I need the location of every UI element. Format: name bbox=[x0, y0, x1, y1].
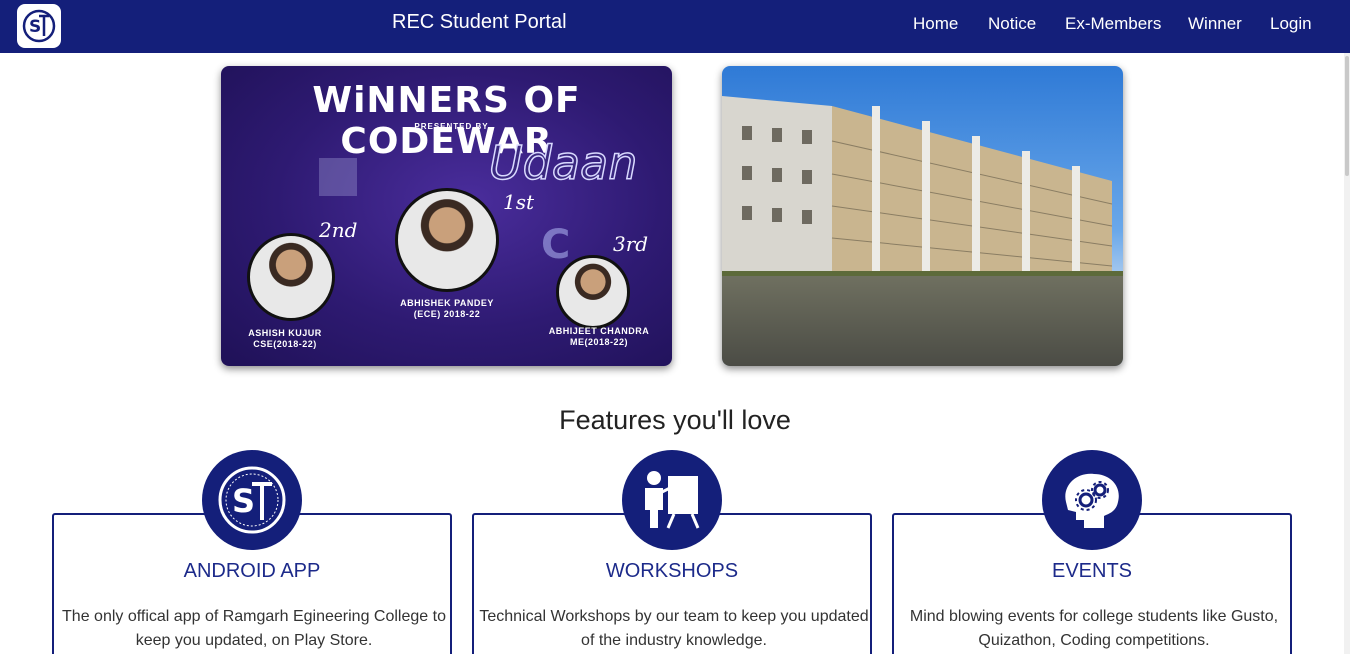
sp-logo-icon: S bbox=[202, 450, 302, 550]
feature-heading: EVENTS bbox=[1051, 560, 1133, 582]
feature-heading: ANDROID APP bbox=[183, 560, 321, 582]
nav-winner[interactable]: Winner bbox=[1188, 14, 1242, 34]
winner-ashish: ASHISH KUJUR CSE(2018-22) bbox=[235, 328, 335, 350]
building-illustration bbox=[722, 96, 1112, 286]
winner-avatar-abhishek bbox=[395, 188, 499, 292]
winner-avatar-ashish bbox=[247, 233, 335, 321]
cube-icon bbox=[319, 158, 357, 196]
svg-text:S: S bbox=[29, 17, 41, 37]
sp-logo-icon[interactable]: S bbox=[17, 4, 61, 48]
winner-name-text: ABHISHEK PANDEY bbox=[400, 298, 494, 308]
scrollbar-thumb[interactable] bbox=[1345, 56, 1349, 176]
winner-abhishek: ABHISHEK PANDEY (ECE) 2018-22 bbox=[387, 298, 507, 320]
winner-detail-text: (ECE) 2018-22 bbox=[413, 309, 481, 319]
teacher-board-icon bbox=[622, 450, 722, 550]
brain-gears-icon bbox=[1042, 450, 1142, 550]
svg-text:S: S bbox=[232, 482, 255, 520]
feature-description: The only offical app of Ramgarh Egineeri… bbox=[62, 608, 446, 649]
college-building-photo[interactable] bbox=[722, 66, 1123, 366]
codewar-winners-poster[interactable]: WiNNERS OF CODEWAR PRESENTED BY Udaan C … bbox=[221, 66, 672, 366]
winner-name-text: ABHIJEET CHANDRA bbox=[548, 326, 650, 336]
features-heading: Features you'll love bbox=[559, 405, 791, 435]
poster-presented-by: PRESENTED BY bbox=[414, 122, 489, 131]
rank-second: 2nd bbox=[319, 218, 358, 242]
winner-name-text: ASHISH KUJUR bbox=[248, 328, 322, 338]
nav-ex-members[interactable]: Ex-Members bbox=[1065, 14, 1161, 34]
nav-login[interactable]: Login bbox=[1270, 14, 1312, 34]
winner-detail-text: ME(2018-22) bbox=[569, 337, 629, 347]
rank-first: 1st bbox=[503, 190, 535, 214]
site-title[interactable]: REC Student Portal bbox=[392, 11, 567, 34]
feature-description: Mind blowing events for college students… bbox=[909, 608, 1279, 649]
rank-third: 3rd bbox=[613, 232, 649, 256]
feature-heading: WORKSHOPS bbox=[605, 560, 739, 582]
winner-abhijeet: ABHIJEET CHANDRA ME(2018-22) bbox=[537, 326, 661, 348]
c-language-icon: C bbox=[541, 222, 571, 268]
udaan-logo: Udaan bbox=[488, 135, 638, 191]
navbar: S REC Student Portal Home Notice Ex-Memb… bbox=[0, 0, 1350, 53]
nav-home[interactable]: Home bbox=[913, 14, 958, 34]
winner-detail-text: CSE(2018-22) bbox=[253, 339, 317, 349]
winner-avatar-abhijeet bbox=[556, 255, 630, 329]
ground-road bbox=[722, 276, 1123, 366]
feature-description: Technical Workshops by our team to keep … bbox=[479, 608, 869, 649]
nav-notice[interactable]: Notice bbox=[988, 14, 1036, 34]
